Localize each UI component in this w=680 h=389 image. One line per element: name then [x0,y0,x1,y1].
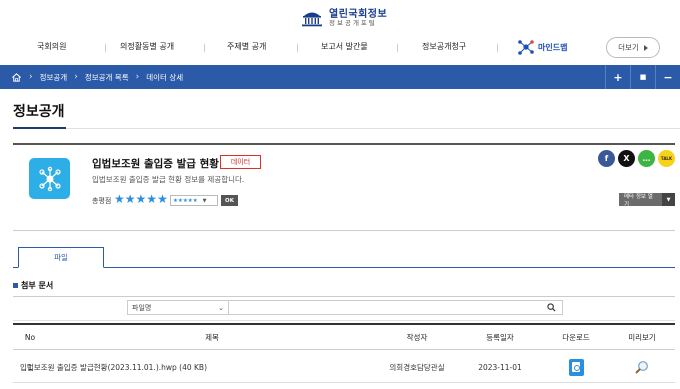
gnb-divider [397,44,398,52]
column-header-title: 제목 [205,333,219,342]
breadcrumb-item-disclosure[interactable]: 정보공개 [40,72,68,83]
meta-info-button[interactable]: 메타 정보 열기 ▼ [619,193,675,208]
table-row: 1 입법보조원 출입증 발급현황(2023.11.01.).hwp (40 KB… [13,351,675,383]
breadcrumb-item-detail: 데이터 상세 [146,72,184,82]
zoom-out-button[interactable]: − [655,65,680,89]
column-header-download: 다운로드 [562,333,590,342]
chevron-right-icon [643,44,648,51]
logo-subtitle: 정보공개포털 [329,18,377,27]
download-cell [543,351,609,383]
search-input[interactable] [229,300,563,315]
dataset-card: 입법보조원 출입증 발급 현황 데이터 입법보조원 출입증 발급 현황 정보를 … [13,143,675,231]
star-icon: ★ [114,192,125,206]
divider [13,296,675,297]
chevron-right-icon: › [74,72,78,82]
gnb-divider [204,44,205,52]
mindmap-icon [518,40,534,55]
chevron-down-icon: ▼ [662,193,675,206]
divider [13,128,680,129]
rating-label: 총평점 [92,197,112,205]
download-icon[interactable] [568,358,584,376]
divider [13,320,675,321]
star-icon: ★ [157,192,168,206]
gnb-item-reports[interactable]: 보고서 발간물 [321,41,368,52]
chevron-right-icon: › [29,72,33,82]
share-buttons: f X… TALK [598,150,675,167]
title-underline [13,127,66,129]
search-icon[interactable] [547,303,556,312]
facebook-icon[interactable]: f [598,150,615,167]
reset-zoom-button[interactable]: ■ [630,65,655,89]
dataset-description: 입법보조원 출입증 발급 현황 정보를 제공합니다. [92,175,245,184]
chevron-right-icon: › [135,72,140,82]
meta-info-label: 메타 정보 열기 [619,193,662,208]
more-label: 더보기 [618,43,639,52]
x-icon[interactable]: X [618,150,635,167]
home-icon[interactable] [11,72,22,83]
main-navigation: 국회의원 의정활동별 공개 주제별 공개 보고서 발간물 정보공개청구 마인드맵 [0,36,680,60]
chevron-down-icon: ▼ [202,197,207,204]
star-icon: ★ [124,192,136,206]
gnb-divider [297,44,298,52]
square-bullet-icon [13,283,18,288]
page-title: 정보공개 [13,104,65,120]
dataset-network-icon [29,158,70,199]
search-field-select[interactable]: 파일명 ⌄ [127,300,229,315]
breadcrumb-bar: › 정보공개 › 정보공개 목록 › 데이터 상세 + ■ − [0,65,680,89]
rating-select[interactable]: ★★★★★ ▼ [170,195,218,206]
star-icon: ★ [146,192,158,206]
column-header-preview: 미리보기 [628,333,656,342]
data-type-badge: 데이터 [220,155,261,169]
column-header-author: 작성자 [406,333,428,342]
tab-divider [13,267,675,268]
row-title: 입법보조원 출입증 발급현황(2023.11.01.).hwp (40 KB) [20,362,208,372]
attachments-table-header: No 제목 작성자 등록일자 다운로드 미리보기 [13,323,675,350]
kakao-icon[interactable]: TALK [658,150,675,167]
star-icon: ★ [135,192,147,206]
gnb-item-activities[interactable]: 의정활동별 공개 [120,41,174,52]
breadcrumb: › 정보공개 › 정보공개 목록 › 데이터 상세 [11,65,183,89]
preview-magnifier-icon[interactable] [634,359,650,375]
rating-stars: ★ ★ ★ ★ ★ [114,192,168,206]
row-author: 의회경호담당관실 [389,362,445,372]
column-header-no: No [24,333,36,342]
gnb-item-topics[interactable]: 주제별 공개 [227,41,266,52]
mindmap-link[interactable]: 마인드맵 [516,38,567,56]
gnb-divider [105,44,106,52]
gnb-item-disclosure-request[interactable]: 정보공개청구 [422,41,466,52]
section-title-text: 첨부 문서 [21,281,54,290]
site-logo[interactable]: 열린국회정보 정보공개포털 [300,8,387,28]
rating-select-value: ★★★★★ [173,197,198,204]
gnb-divider [497,44,498,52]
mindmap-label: 마인드맵 [538,42,568,52]
breadcrumb-tools: + ■ − [605,65,680,89]
breadcrumb-item-list[interactable]: 정보공개 목록 [85,72,129,83]
chat-icon[interactable]: … [638,150,655,167]
chevron-down-icon: ⌄ [218,303,224,312]
column-header-date: 등록일자 [486,333,514,342]
dataset-title: 입법보조원 출입증 발급 현황 [92,158,219,170]
zoom-in-button[interactable]: + [605,65,630,89]
gnb-item-members[interactable]: 국회의원 [37,41,66,52]
more-button[interactable]: 더보기 [606,37,660,58]
assembly-building-icon [302,12,322,27]
row-date: 2023-11-01 [478,362,522,372]
tab-file[interactable]: 파일 [18,247,104,268]
search-field-value: 파일명 [132,303,152,312]
section-title: 첨부 문서 [13,280,53,291]
preview-cell [609,351,675,383]
rating-ok-button[interactable]: OK [221,195,238,206]
